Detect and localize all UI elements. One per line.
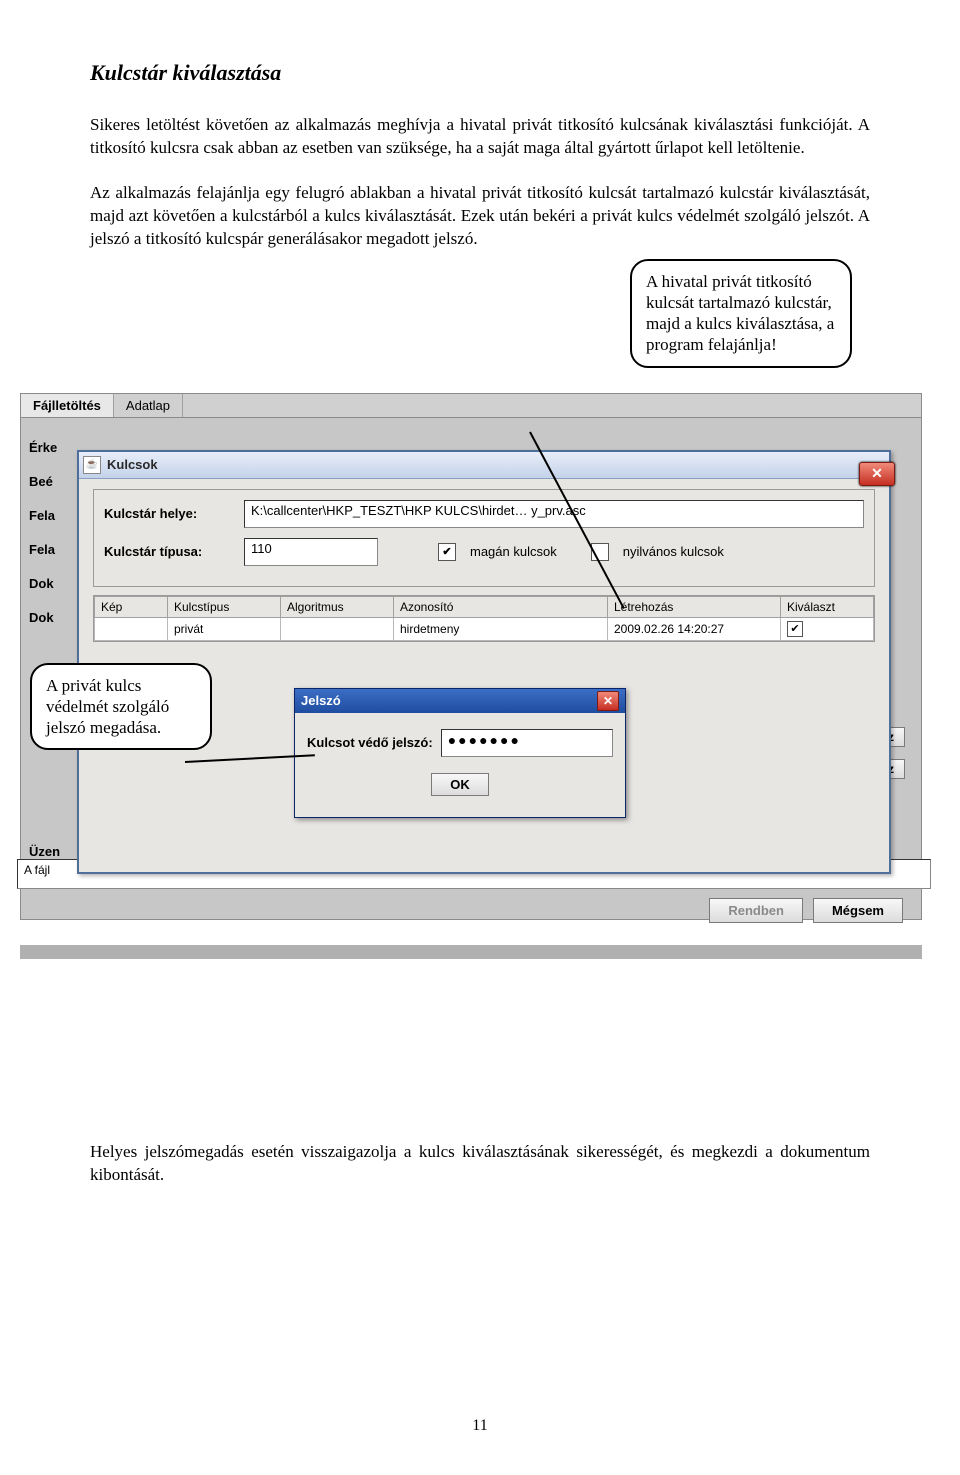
- close-icon[interactable]: ✕: [859, 462, 895, 486]
- nyilvanos-kulcsok-label: nyilvános kulcsok: [623, 544, 724, 559]
- bottom-gray-bar: [20, 945, 922, 959]
- section-title: Kulcstár kiválasztása: [90, 60, 870, 86]
- page-number: 11: [90, 1417, 870, 1435]
- kulcstar-panel: Kulcstár helye: K:\callcenter\HKP_TESZT\…: [93, 489, 875, 587]
- field-label: Fela: [29, 508, 55, 523]
- cell-algo: [281, 617, 394, 640]
- kulcsok-dialog: ☕ Kulcsok ✕ Kulcstár helye: K:\callcente…: [77, 450, 891, 874]
- paragraph-3: Helyes jelszómegadás esetén visszaigazol…: [90, 1141, 870, 1187]
- col-azon[interactable]: Azonosító: [394, 596, 608, 617]
- col-kival[interactable]: Kiválaszt: [781, 596, 874, 617]
- kulcstar-helye-label: Kulcstár helye:: [104, 506, 234, 521]
- jelszo-title: Jelszó: [301, 693, 341, 708]
- field-label: Dok: [29, 610, 54, 625]
- tab-fajlletoltes[interactable]: Fájlletöltés: [21, 394, 114, 417]
- close-icon[interactable]: ✕: [597, 691, 619, 711]
- jelszo-label: Kulcsot védő jelszó:: [307, 735, 433, 750]
- cell-ktipus: privát: [168, 617, 281, 640]
- jelszo-input[interactable]: ●●●●●●●: [441, 729, 613, 757]
- screenshot-area: A hivatal privát titkosító kulcsát tarta…: [90, 281, 870, 941]
- kulcstar-tipusa-input[interactable]: 110: [244, 538, 378, 566]
- kulcs-table: Kép Kulcstípus Algoritmus Azonosító Létr…: [94, 596, 874, 641]
- dialog-titlebar[interactable]: ☕ Kulcsok: [79, 452, 889, 479]
- rendben-button[interactable]: Rendben: [709, 898, 803, 923]
- magan-kulcsok-checkbox[interactable]: [438, 543, 456, 561]
- jelszo-dialog: Jelszó ✕ Kulcsot védő jelszó: ●●●●●●● OK: [294, 688, 626, 818]
- cell-letre: 2009.02.26 14:20:27: [608, 617, 781, 640]
- paragraph-2: Az alkalmazás felajánlja egy felugró abl…: [90, 182, 870, 251]
- uzenet-label: Üzen: [29, 844, 60, 859]
- tab-adatlap[interactable]: Adatlap: [114, 394, 183, 417]
- java-icon: ☕: [83, 456, 101, 474]
- table-header-row: Kép Kulcstípus Algoritmus Azonosító Létr…: [95, 596, 874, 617]
- kulcstar-tipusa-label: Kulcstár típusa:: [104, 544, 234, 559]
- col-letre[interactable]: Létrehozás: [608, 596, 781, 617]
- table-row[interactable]: privát hirdetmeny 2009.02.26 14:20:27 ✔: [95, 617, 874, 640]
- cell-kival[interactable]: ✔: [781, 617, 874, 640]
- kulcs-table-panel: Kép Kulcstípus Algoritmus Azonosító Létr…: [93, 595, 875, 642]
- tab-strip: Fájlletöltés Adatlap: [21, 394, 921, 418]
- col-kep[interactable]: Kép: [95, 596, 168, 617]
- field-label: Beé: [29, 474, 53, 489]
- field-label: Fela: [29, 542, 55, 557]
- ok-button[interactable]: OK: [431, 773, 489, 796]
- main-window: Fájlletöltés Adatlap Érke Beé Fela Fela …: [20, 393, 922, 920]
- magan-kulcsok-label: magán kulcsok: [470, 544, 557, 559]
- callout-left: A privát kulcs védelmét szolgáló jelszó …: [30, 663, 212, 751]
- col-ktipus[interactable]: Kulcstípus: [168, 596, 281, 617]
- cell-azon: hirdetmeny: [394, 617, 608, 640]
- field-label: Dok: [29, 576, 54, 591]
- cell-kep: [95, 617, 168, 640]
- paragraph-1: Sikeres letöltést követően az alkalmazás…: [90, 114, 870, 160]
- kivalaszt-checkbox[interactable]: ✔: [787, 621, 803, 637]
- dialog-title: Kulcsok: [107, 457, 158, 472]
- callout-right: A hivatal privát titkosító kulcsát tarta…: [630, 259, 852, 368]
- kulcstar-helye-input[interactable]: K:\callcenter\HKP_TESZT\HKP KULCS\hirdet…: [244, 500, 864, 528]
- col-algo[interactable]: Algoritmus: [281, 596, 394, 617]
- field-label: Érke: [29, 440, 57, 455]
- jelszo-titlebar[interactable]: Jelszó ✕: [295, 689, 625, 713]
- megsem-button[interactable]: Mégsem: [813, 898, 903, 923]
